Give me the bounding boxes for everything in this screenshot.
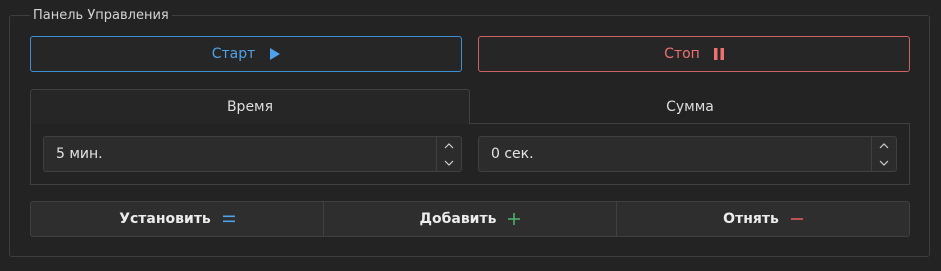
subtract-button-label: Отнять <box>723 211 779 227</box>
time-increment-button[interactable] <box>437 137 461 154</box>
time-input[interactable] <box>44 137 435 171</box>
time-spin-arrows <box>436 137 461 171</box>
sum-input[interactable] <box>479 137 870 171</box>
add-button-label: Добавить <box>419 211 497 227</box>
chevron-down-icon <box>444 160 454 166</box>
plus-icon <box>508 213 521 225</box>
tab-time[interactable]: Время <box>30 89 470 124</box>
add-button[interactable]: Добавить <box>323 202 616 236</box>
stop-button-label: Стоп <box>664 46 700 62</box>
time-decrement-button[interactable] <box>437 154 461 171</box>
sum-spinbox <box>478 136 897 172</box>
stop-button[interactable]: Стоп <box>478 36 910 72</box>
start-button-label: Старт <box>211 46 256 62</box>
time-spinbox <box>43 136 462 172</box>
set-button-label: Установить <box>119 211 211 227</box>
start-button[interactable]: Старт <box>30 36 462 72</box>
action-bar: Установить Добавить Отнять <box>30 201 910 237</box>
tab-sum-label: Сумма <box>666 98 714 115</box>
tab-sum[interactable]: Сумма <box>470 89 910 124</box>
minus-icon <box>790 217 803 221</box>
play-icon <box>269 48 281 60</box>
sum-spin-arrows <box>871 137 896 171</box>
panel-title: Панель Управления <box>30 8 172 24</box>
chevron-up-icon <box>879 142 889 148</box>
tab-time-label: Время <box>226 99 274 115</box>
chevron-down-icon <box>879 160 889 166</box>
chevron-up-icon <box>444 142 454 148</box>
set-button[interactable]: Установить <box>31 202 323 236</box>
equals-icon <box>222 215 235 223</box>
pause-icon <box>713 48 724 60</box>
sum-increment-button[interactable] <box>872 137 896 154</box>
sum-decrement-button[interactable] <box>872 154 896 171</box>
subtract-button[interactable]: Отнять <box>616 202 909 236</box>
